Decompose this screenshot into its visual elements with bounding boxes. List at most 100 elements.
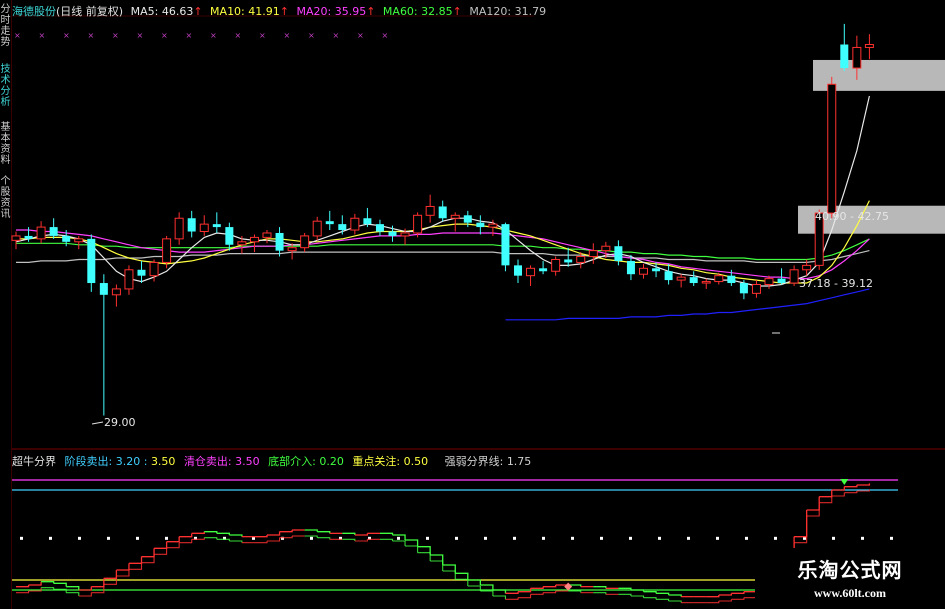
signal-marker-icon: × bbox=[186, 31, 193, 40]
strength-dot bbox=[542, 536, 545, 540]
indicator-step bbox=[706, 595, 720, 598]
candle-body bbox=[864, 44, 874, 48]
candle-body bbox=[777, 278, 786, 284]
stage-sell-legend: 阶段卖出: 3.20 : 3.50 bbox=[65, 455, 176, 468]
indicator-step bbox=[593, 586, 607, 589]
stock-chart[interactable]: × × × × × × × × × × × × × × × × bbox=[0, 0, 945, 609]
candle-body bbox=[652, 268, 661, 272]
ma20-label: MA20: bbox=[296, 5, 332, 18]
candle-body bbox=[701, 281, 711, 284]
signal-marker-icon: × bbox=[284, 31, 291, 40]
indicator-step bbox=[254, 535, 268, 538]
candle-body bbox=[450, 214, 460, 219]
bottom-entry-legend: 底部介入: 0.20 bbox=[268, 455, 344, 468]
range-upper-label: 40.90 - 42.75 bbox=[815, 210, 889, 223]
indicator-step bbox=[806, 496, 820, 511]
candle-body bbox=[488, 223, 498, 228]
indicator-step-lower bbox=[204, 537, 218, 540]
indicator-step-lower bbox=[317, 537, 331, 540]
indicator-step-lower bbox=[166, 542, 180, 549]
indicator-header: 超牛分界 阶段卖出: 3.20 : 3.50 清仓卖出: 3.50 底部介入: … bbox=[12, 453, 536, 469]
candle-body bbox=[526, 267, 536, 277]
stock-name[interactable]: 海德股份 bbox=[12, 5, 56, 18]
indicator-step bbox=[342, 532, 356, 535]
indicator-step-lower bbox=[718, 599, 732, 602]
ma60-legend: MA60: 32.85↑ bbox=[383, 5, 462, 18]
candle-body bbox=[388, 231, 397, 236]
indicator-step bbox=[216, 532, 230, 535]
strength-dot bbox=[658, 536, 661, 540]
strength-dot bbox=[861, 536, 864, 540]
strength-dot bbox=[687, 536, 690, 540]
watermark-url: www.60lt.com bbox=[814, 586, 886, 600]
indicator-step-lower bbox=[568, 590, 582, 593]
indicator-step-lower bbox=[518, 594, 532, 599]
indicator-step-lower bbox=[191, 537, 205, 540]
candle-body bbox=[601, 245, 611, 252]
candle-body bbox=[739, 283, 748, 294]
candle-body bbox=[287, 247, 297, 252]
strength-legend: 强弱分界线: 1.75 bbox=[445, 455, 532, 468]
strength-dot bbox=[165, 536, 168, 540]
strength-dot bbox=[136, 536, 139, 540]
ma60-label: MA60: bbox=[382, 5, 418, 18]
strength-dot bbox=[397, 536, 400, 540]
indicator-step-lower bbox=[530, 592, 544, 595]
ma120-legend: MA120: 31.79 bbox=[469, 5, 546, 18]
candle-body bbox=[237, 241, 247, 246]
indicator-step bbox=[317, 531, 331, 534]
ma5-value: 46.63 bbox=[161, 5, 194, 18]
indicator-step-lower bbox=[618, 593, 632, 596]
candle-body bbox=[614, 246, 623, 261]
candle-body bbox=[539, 268, 548, 272]
indicator-step-lower bbox=[405, 545, 419, 553]
indicator-step bbox=[103, 570, 118, 579]
signal-marker-icon: × bbox=[39, 31, 46, 40]
indicator-step bbox=[267, 531, 281, 536]
watermark: 乐淘公式网 www.60lt.com bbox=[755, 548, 945, 609]
indicator-step bbox=[53, 582, 67, 587]
signal-marker-icon: × bbox=[259, 31, 266, 40]
indicator-step-lower bbox=[41, 587, 55, 590]
indicator-step bbox=[831, 486, 845, 491]
indicator-step bbox=[442, 564, 456, 574]
bottom-entry-label: 底部介入: bbox=[268, 455, 316, 468]
candle-body bbox=[764, 278, 774, 286]
indicator-step bbox=[166, 536, 180, 543]
indicator-name[interactable]: 超牛分界 bbox=[12, 455, 56, 468]
watermark-title: 乐淘公式网 bbox=[797, 558, 903, 582]
candle-body bbox=[74, 238, 84, 243]
candle-body bbox=[187, 218, 196, 232]
candle-body bbox=[463, 215, 472, 223]
indicator-step bbox=[116, 563, 130, 571]
indicator-step bbox=[28, 581, 42, 586]
candle-body bbox=[375, 224, 384, 232]
indicator-step-lower bbox=[731, 597, 745, 600]
indicator-step-lower bbox=[480, 590, 494, 596]
stage-sell-label: 阶段卖出: bbox=[64, 455, 113, 468]
indicator-step-lower bbox=[706, 601, 720, 604]
indicator-step bbox=[417, 546, 431, 555]
ma5-legend: MA5: 46.63↑ bbox=[131, 5, 203, 18]
signal-marker-icon: × bbox=[88, 31, 95, 40]
ma60-value: 32.85 bbox=[421, 5, 453, 18]
strength-value: 1.75 bbox=[506, 455, 532, 468]
clear-sell-value: 3.50 bbox=[235, 455, 260, 468]
candle-body bbox=[676, 276, 686, 281]
indicator-step-lower bbox=[442, 570, 456, 580]
indicator-step bbox=[128, 556, 143, 564]
signal-arrow-down-icon bbox=[840, 479, 849, 485]
strength-dot bbox=[600, 536, 603, 540]
candle-body bbox=[852, 46, 862, 69]
indicator-step-lower bbox=[543, 591, 557, 594]
clear-sell-legend: 清仓卖出: 3.50 bbox=[184, 455, 260, 468]
candle-body bbox=[802, 264, 812, 271]
candle-body bbox=[87, 238, 96, 284]
indicator-step bbox=[229, 534, 243, 537]
candle-body bbox=[501, 224, 510, 266]
ma60-line bbox=[16, 238, 870, 261]
indicator-step bbox=[191, 531, 205, 534]
candle-body bbox=[11, 235, 21, 241]
indicator-step bbox=[467, 579, 481, 585]
candle-body bbox=[514, 265, 522, 276]
